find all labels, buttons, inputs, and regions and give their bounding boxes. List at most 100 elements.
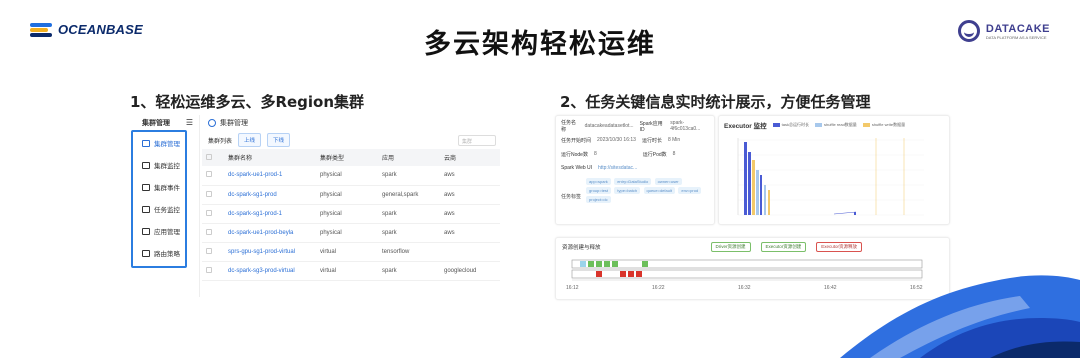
events-icon bbox=[142, 183, 150, 191]
node-count-label: 运行Node数 bbox=[561, 151, 588, 158]
sidebar: 集群管理 ☰ 集群管理 集群监控 集群事件 任务监控 应用管理 路由策略 bbox=[130, 115, 200, 297]
duration-value: 8 Min bbox=[667, 137, 681, 143]
breadcrumb: 集群管理 bbox=[202, 115, 500, 131]
cluster-name-link[interactable]: sprs-gpu-sg1-prod-virtual bbox=[224, 242, 316, 262]
table-row[interactable]: sprs-gpu-sg1-prod-virtual virtual tensorfl… bbox=[202, 242, 500, 262]
cluster-search-input[interactable]: 集群 bbox=[458, 134, 496, 146]
duration-label: 运行时长 bbox=[641, 137, 662, 144]
start-time-label: 任务开始时间 bbox=[561, 137, 592, 144]
task-tag: entry=DataStudio bbox=[614, 178, 652, 185]
cell-app: spark bbox=[378, 204, 440, 224]
online-button[interactable]: 上线 bbox=[238, 133, 262, 147]
datacake-tagline: DATA PLATFORM AS A SERVICE bbox=[985, 34, 1047, 40]
table-header-row: 集群名称 集群类型 应用 云商 bbox=[202, 149, 500, 166]
table-row[interactable]: dc-spark-ue1-prod-beyla physical spark aws bbox=[202, 223, 500, 243]
sidebar-item-task-monitor[interactable]: 任务监控 bbox=[132, 198, 188, 220]
row-checkbox[interactable] bbox=[206, 247, 212, 254]
sidebar-item-cluster-management[interactable]: 集群管理 bbox=[132, 132, 188, 154]
cell-type: physical bbox=[316, 204, 378, 224]
sidebar-item-cluster-events[interactable]: 集群事件 bbox=[132, 176, 188, 198]
routing-icon bbox=[142, 249, 150, 257]
cluster-icon bbox=[142, 139, 150, 147]
task-tag: project=dc bbox=[586, 196, 611, 203]
page-title: 多云架构轻松运维 bbox=[424, 29, 656, 60]
tags-label: 任务标签 bbox=[561, 194, 582, 200]
toolbar: 集群列表 上线 下线 集群 bbox=[202, 131, 500, 149]
start-time-value: 2023/10/30 16:13 bbox=[597, 137, 636, 143]
cell-app: general,spark bbox=[378, 185, 440, 205]
menu-toggle-icon[interactable]: ☰ bbox=[186, 118, 193, 127]
row-checkbox[interactable] bbox=[206, 171, 212, 178]
bar-task-runtime bbox=[748, 152, 751, 215]
pod-count-value: 8 bbox=[672, 151, 676, 157]
executor-title: Executor 监控 bbox=[724, 123, 767, 130]
bar-shuffle-read bbox=[756, 170, 759, 215]
executor-create-block bbox=[604, 261, 610, 267]
cluster-name-link[interactable]: dc-spark-sg1-prod-1 bbox=[224, 204, 316, 224]
legend-shuffle-read[interactable]: shuffle read数据量 bbox=[814, 122, 857, 128]
bar-shuffle-read bbox=[764, 185, 766, 215]
executor-chart bbox=[737, 138, 924, 216]
row-checkbox[interactable] bbox=[206, 209, 212, 216]
cell-type: physical bbox=[316, 166, 378, 186]
task-monitor-icon bbox=[142, 205, 150, 213]
cluster-name-link[interactable]: dc-spark-ue1-prod-1 bbox=[224, 166, 316, 186]
select-all-checkbox[interactable] bbox=[206, 153, 212, 160]
spark-app-value: spark-4f6c013ca0... bbox=[670, 120, 701, 132]
task-info-card: 任务名称 datacakeadatasetlot... Spark应用ID sp… bbox=[555, 115, 715, 225]
task-tag: group=test bbox=[586, 187, 612, 194]
row-checkbox[interactable] bbox=[206, 228, 212, 235]
cluster-name-link[interactable]: dc-spark-sg1-prod bbox=[224, 185, 316, 205]
cell-cloud: aws bbox=[440, 185, 500, 205]
table-row[interactable]: dc-spark-sg1-prod physical general,spark aw… bbox=[202, 185, 500, 205]
executor-release-block bbox=[636, 271, 642, 277]
col-cluster-name[interactable]: 集群名称 bbox=[224, 149, 316, 166]
webui-link[interactable]: http://sitesdatac... bbox=[598, 165, 637, 171]
bar-task-runtime bbox=[854, 212, 856, 215]
bar-shuffle-write bbox=[768, 190, 770, 215]
section-title-left: 1、轻松运维多云、多Region集群 bbox=[130, 93, 365, 111]
cell-app: spark bbox=[378, 261, 440, 281]
sidebar-item-app-management[interactable]: 应用管理 bbox=[132, 220, 188, 242]
col-cloud[interactable]: 云商 bbox=[440, 149, 500, 166]
col-app[interactable]: 应用 bbox=[378, 149, 440, 166]
executor-create-block bbox=[612, 261, 618, 267]
offline-button[interactable]: 下线 bbox=[267, 133, 291, 147]
cluster-name-link[interactable]: dc-spark-sg3-prod-virtual bbox=[224, 261, 316, 281]
cluster-crumb-icon bbox=[208, 119, 216, 127]
bar-shuffle-write bbox=[752, 160, 755, 215]
cluster-name-link[interactable]: dc-spark-ue1-prod-beyla bbox=[224, 223, 316, 243]
pod-count-label: 运行Pod数 bbox=[642, 151, 667, 158]
row-checkbox[interactable] bbox=[206, 266, 212, 273]
legend-shuffle-write[interactable]: shuffle write数据量 bbox=[862, 122, 905, 128]
task-tag: queue=default bbox=[643, 187, 675, 194]
task-name-value: datacakeadatasetlot... bbox=[584, 123, 634, 129]
sidebar-title: 集群管理 bbox=[142, 119, 170, 127]
tags-list: app=spark entry=DataStudio owner=user gr… bbox=[585, 177, 705, 204]
cell-app: spark bbox=[378, 166, 440, 186]
datacake-mark-icon bbox=[957, 20, 980, 42]
task-name-label: 任务名称 bbox=[561, 120, 577, 133]
monitor-icon bbox=[142, 161, 150, 169]
cell-type: physical bbox=[316, 223, 378, 243]
col-cluster-type[interactable]: 集群类型 bbox=[316, 149, 378, 166]
driver-create-pill[interactable]: Driver资源创建 bbox=[710, 242, 751, 252]
driver-block bbox=[580, 261, 586, 267]
task-tag: app=spark bbox=[586, 178, 611, 185]
legend-task-runtime[interactable]: task总运行时长 bbox=[772, 122, 809, 128]
decorative-wave bbox=[840, 275, 1080, 358]
executor-create-block bbox=[642, 261, 648, 267]
executor-release-block bbox=[628, 271, 634, 277]
webui-label: Spark Web UI bbox=[561, 165, 593, 171]
bar-task-runtime bbox=[744, 142, 747, 215]
node-count-value: 8 bbox=[593, 151, 597, 157]
table-row[interactable]: dc-spark-sg1-prod-1 physical spark aws bbox=[202, 204, 500, 224]
table-row[interactable]: dc-spark-sg3-prod-virtual virtual spark goo… bbox=[202, 261, 500, 281]
table-row[interactable]: dc-spark-ue1-prod-1 physical spark aws bbox=[202, 166, 500, 186]
cluster-table: 集群名称 集群类型 应用 云商 dc-spark-ue1-prod-1 physi… bbox=[202, 149, 500, 281]
sidebar-item-routing-policy[interactable]: 路由策略 bbox=[132, 242, 188, 264]
sidebar-item-cluster-monitor[interactable]: 集群监控 bbox=[132, 154, 188, 176]
timeline-tick: 16:22 bbox=[652, 285, 665, 291]
executor-create-block bbox=[596, 261, 602, 267]
row-checkbox[interactable] bbox=[206, 190, 212, 197]
